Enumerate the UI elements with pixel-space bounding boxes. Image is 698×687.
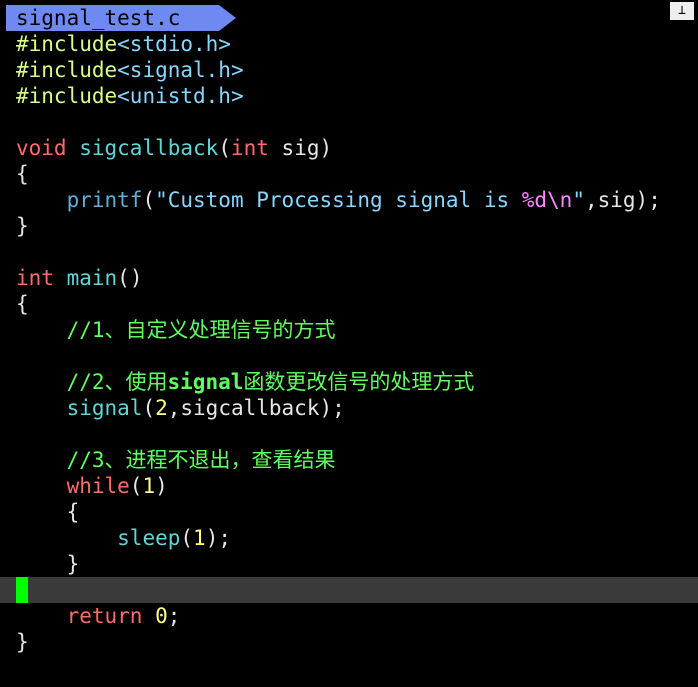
fold-marker — [0, 584, 4, 596]
format-specifier: %d\n — [521, 188, 573, 212]
function-call-signal: signal — [66, 396, 143, 420]
code-line-6: { — [0, 161, 698, 187]
code-line-12: //1、自定义处理信号的方式 — [0, 317, 698, 343]
fold-marker — [0, 38, 4, 50]
code-line-9 — [0, 239, 698, 265]
brace: { — [66, 500, 80, 524]
fold-marker — [0, 480, 4, 492]
code-editor[interactable]: #include<stdio.h> #include<signal.h> #in… — [0, 31, 698, 687]
fold-marker — [0, 532, 4, 544]
code-line-18: while(1) — [0, 473, 698, 499]
code-line-16 — [0, 421, 698, 447]
code-line-14: //2、使用signal函数更改信号的处理方式 — [0, 369, 698, 395]
code-line-23: return 0; — [0, 603, 698, 629]
fold-marker — [0, 558, 4, 570]
code-line-22[interactable] — [0, 577, 698, 603]
fold-marker — [0, 90, 4, 102]
params: sig) — [268, 136, 333, 160]
fold-marker — [0, 454, 4, 466]
function-name-main: main — [66, 266, 118, 290]
code-line-20: sleep(1); — [0, 525, 698, 551]
code-line-13 — [0, 343, 698, 369]
code-line-24: } — [0, 629, 698, 655]
fold-marker — [0, 246, 4, 258]
code-line-2: #include<signal.h> — [0, 57, 698, 83]
number-literal: 1 — [193, 526, 206, 550]
header-name: <unistd.h> — [117, 84, 244, 108]
number-literal: 0 — [155, 604, 168, 628]
keyword-while: while — [66, 474, 130, 498]
fold-marker — [0, 506, 4, 518]
text-cursor — [16, 577, 28, 603]
string-literal: "Custom Processing signal is — [155, 188, 522, 212]
paren: ( — [218, 136, 231, 160]
header-name: <signal.h> — [117, 58, 244, 82]
code-line-10: int main() — [0, 265, 698, 291]
tab-signal-test-c[interactable]: signal_test.c — [16, 5, 180, 31]
include-directive: #include — [16, 84, 118, 108]
code-line-3: #include<unistd.h> — [0, 83, 698, 109]
code-line-5: void sigcallback(int sig) — [0, 135, 698, 161]
fold-marker — [0, 636, 4, 648]
function-call-printf: printf — [66, 188, 143, 212]
keyword-return: return — [66, 604, 143, 628]
code-line-21: } — [0, 551, 698, 577]
fold-marker — [0, 272, 4, 284]
keyword-int: int — [16, 266, 54, 290]
fold-marker — [0, 402, 4, 414]
fold-marker — [0, 428, 4, 440]
code-line-7: printf("Custom Processing signal is %d\n… — [0, 187, 698, 213]
function-name: sigcallback — [79, 136, 219, 160]
comment-bold: signal — [167, 370, 244, 394]
include-directive: #include — [16, 58, 118, 82]
brace: } — [16, 630, 29, 654]
fold-marker — [0, 376, 4, 388]
comment-end: 函数更改信号的处理方式 — [243, 370, 475, 394]
number-literal: 1 — [142, 474, 156, 498]
code-line-17: //3、进程不退出，查看结果 — [0, 447, 698, 473]
keyword-void: void — [16, 136, 67, 160]
fold-marker — [0, 220, 4, 232]
fold-marker — [0, 64, 4, 76]
code-line-8: } — [0, 213, 698, 239]
comment: //3、进程不退出，查看结果 — [66, 448, 336, 472]
brace: { — [16, 162, 29, 186]
params: () — [117, 266, 143, 290]
tab-bar: signal_test.c ⊥ — [0, 0, 698, 31]
brace: { — [16, 292, 29, 316]
fold-marker — [0, 298, 4, 310]
paren-close: ) — [155, 474, 168, 498]
code-line-15: signal(2,sigcallback); — [0, 395, 698, 421]
brace: } — [66, 552, 80, 576]
code-line-4 — [0, 109, 698, 135]
fold-marker — [0, 324, 4, 336]
fold-marker — [0, 116, 4, 128]
comment: //1、自定义处理信号的方式 — [66, 318, 336, 342]
number-literal: 2 — [155, 396, 168, 420]
fold-marker — [0, 142, 4, 154]
fold-marker — [0, 350, 4, 362]
code-line-11: { — [0, 291, 698, 317]
fold-marker — [0, 194, 4, 206]
paren: ( — [142, 396, 156, 420]
function-call-sleep: sleep — [117, 526, 181, 550]
code-line-1: #include<stdio.h> — [0, 31, 698, 57]
comment: //2、使用 — [66, 370, 168, 394]
code-line-19: { — [0, 499, 698, 525]
string-literal-end: " — [572, 188, 585, 212]
paren: ( — [180, 526, 194, 550]
paren: ( — [129, 474, 143, 498]
brace: } — [16, 214, 29, 238]
close-tab-icon[interactable]: ⊥ — [670, 2, 694, 20]
paren: ( — [142, 188, 156, 212]
args: ,sig); — [584, 188, 661, 212]
include-directive: #include — [16, 32, 118, 56]
fold-marker — [0, 610, 4, 622]
args: ,sigcallback); — [167, 396, 345, 420]
keyword-int: int — [230, 136, 269, 160]
args: ); — [205, 526, 231, 550]
header-name: <stdio.h> — [117, 32, 231, 56]
fold-marker — [0, 168, 4, 180]
semicolon: ; — [167, 604, 181, 628]
